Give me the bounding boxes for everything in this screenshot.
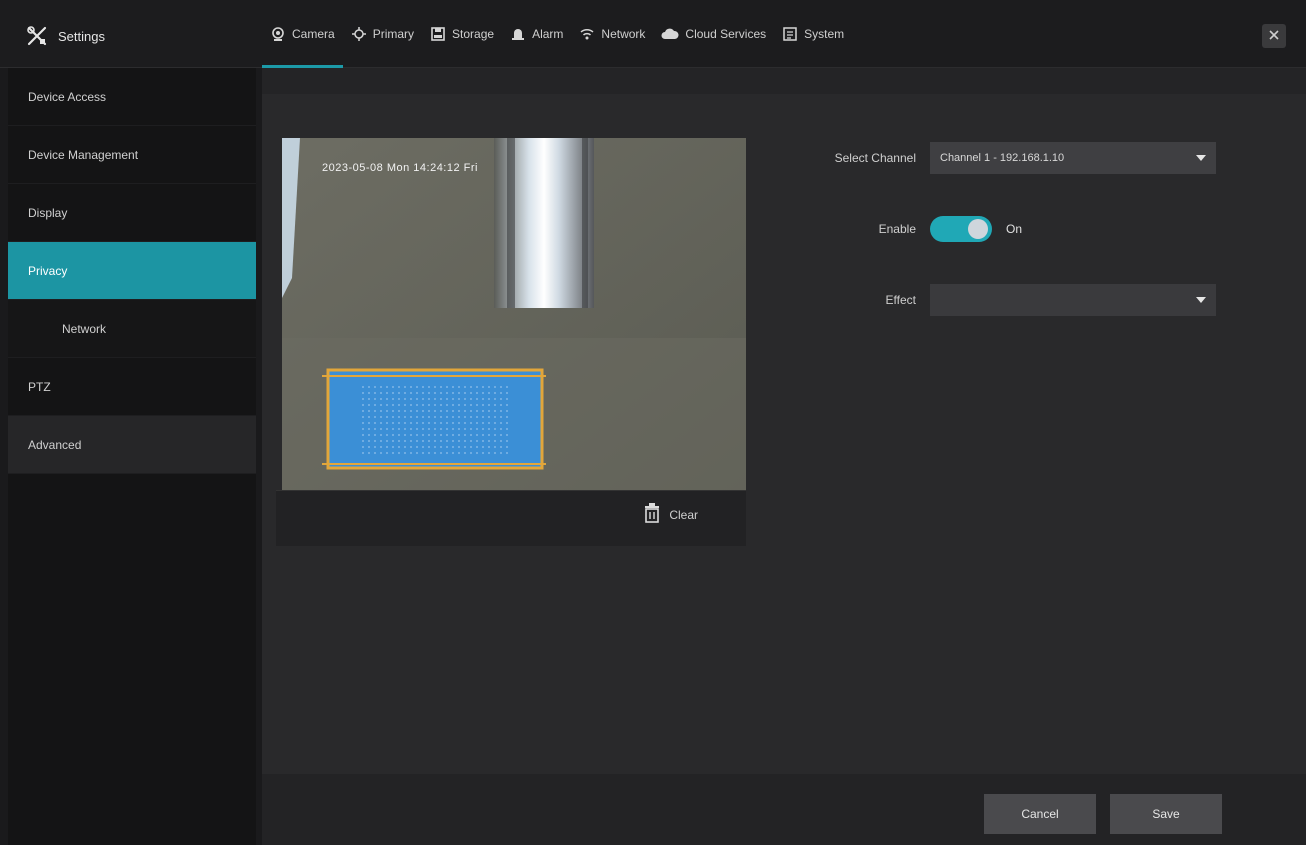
footer-bar: Cancel Save <box>262 774 1306 845</box>
effect-label: Effect <box>885 293 916 307</box>
tab-label: Storage <box>452 27 495 41</box>
sidebar-item-network[interactable]: Network <box>8 300 256 358</box>
tab-alarm[interactable]: Alarm <box>502 0 571 68</box>
tab-label: Primary <box>372 27 415 41</box>
toggle-knob <box>968 219 988 239</box>
main-header-strip <box>262 68 1306 94</box>
enable-state: On <box>1006 222 1023 236</box>
chevron-down-icon <box>1196 155 1206 161</box>
tab-label: Network <box>601 27 646 41</box>
sidebar-item-label: Network <box>62 321 107 336</box>
trash-icon <box>643 503 661 526</box>
sidebar-item-label: Advanced <box>28 437 82 452</box>
clear-button[interactable]: Clear <box>643 503 698 526</box>
tab-cloud-services[interactable]: Cloud Services <box>653 0 774 68</box>
preview-toolbar: Clear <box>276 490 746 546</box>
sidebar-item-label: PTZ <box>28 379 51 394</box>
enable-row: Enable On <box>790 216 1022 242</box>
sidebar-item-display[interactable]: Display <box>8 184 256 242</box>
cloud-icon <box>661 27 679 41</box>
camera-preview[interactable]: 2023-05-08 Mon 14:24:12 Fri <box>282 138 746 490</box>
tab-primary[interactable]: Primary <box>343 0 422 68</box>
clear-label: Clear <box>669 507 698 522</box>
tab-network[interactable]: Network <box>571 0 653 68</box>
sidebar-item-label: Device Access <box>28 89 107 104</box>
sidebar-item-label: Display <box>28 205 68 220</box>
channel-select[interactable]: Channel 1 - 192.168.1.10 <box>930 142 1216 174</box>
sidebar-item-device-management[interactable]: Device Management <box>8 126 256 184</box>
sidebar-item-label: Privacy <box>28 263 68 278</box>
sidebar-item-device-access[interactable]: Device Access <box>8 68 256 126</box>
tab-camera[interactable]: Camera <box>262 0 343 68</box>
storage-icon <box>430 26 446 42</box>
enable-toggle[interactable] <box>930 216 992 242</box>
save-button[interactable]: Save <box>1110 794 1222 834</box>
main-panel: 2023-05-08 Mon 14:24:12 Fri Clear Select… <box>262 68 1306 845</box>
camera-frame <box>282 138 746 490</box>
tab-system[interactable]: System <box>774 0 852 68</box>
channel-label: Select Channel <box>834 151 916 165</box>
tab-label: Cloud Services <box>685 27 767 41</box>
channel-row: Select Channel Channel 1 - 192.168.1.10 <box>790 142 1216 174</box>
close-button[interactable] <box>1262 24 1286 48</box>
brand: Settings <box>26 22 105 50</box>
sidebar-item-ptz[interactable]: PTZ <box>8 358 256 416</box>
effect-row: Effect <box>790 284 1216 316</box>
alarm-icon <box>510 26 526 42</box>
enable-label: Enable <box>878 222 916 236</box>
tab-label: Alarm <box>532 27 564 41</box>
sidebar-item-advanced[interactable]: Advanced <box>8 416 256 474</box>
system-icon <box>782 26 798 42</box>
cancel-button[interactable]: Cancel <box>984 794 1096 834</box>
osd-timestamp: 2023-05-08 Mon 14:24:12 Fri <box>322 162 478 174</box>
sidebar-item-privacy[interactable]: Privacy <box>8 242 256 300</box>
close-icon <box>1268 29 1280 44</box>
sidebar: Device Access Device Management Display … <box>8 68 256 845</box>
top-bar: Settings Camera Primary Storage Alarm Ne… <box>0 0 1306 68</box>
camera-icon <box>270 26 286 42</box>
tab-label: Camera <box>292 27 335 41</box>
tab-storage[interactable]: Storage <box>422 0 502 68</box>
effect-select[interactable] <box>930 284 1216 316</box>
channel-value: Channel 1 - 192.168.1.10 <box>940 152 1065 164</box>
network-icon <box>579 26 595 42</box>
main-tabs: Camera Primary Storage Alarm Network Clo… <box>262 0 852 68</box>
tab-label: System <box>804 27 845 41</box>
chevron-down-icon <box>1196 297 1206 303</box>
tools-icon <box>26 25 48 47</box>
app-title: Settings <box>58 28 105 44</box>
sidebar-item-label: Device Management <box>28 147 139 162</box>
crosshair-icon <box>351 26 367 42</box>
